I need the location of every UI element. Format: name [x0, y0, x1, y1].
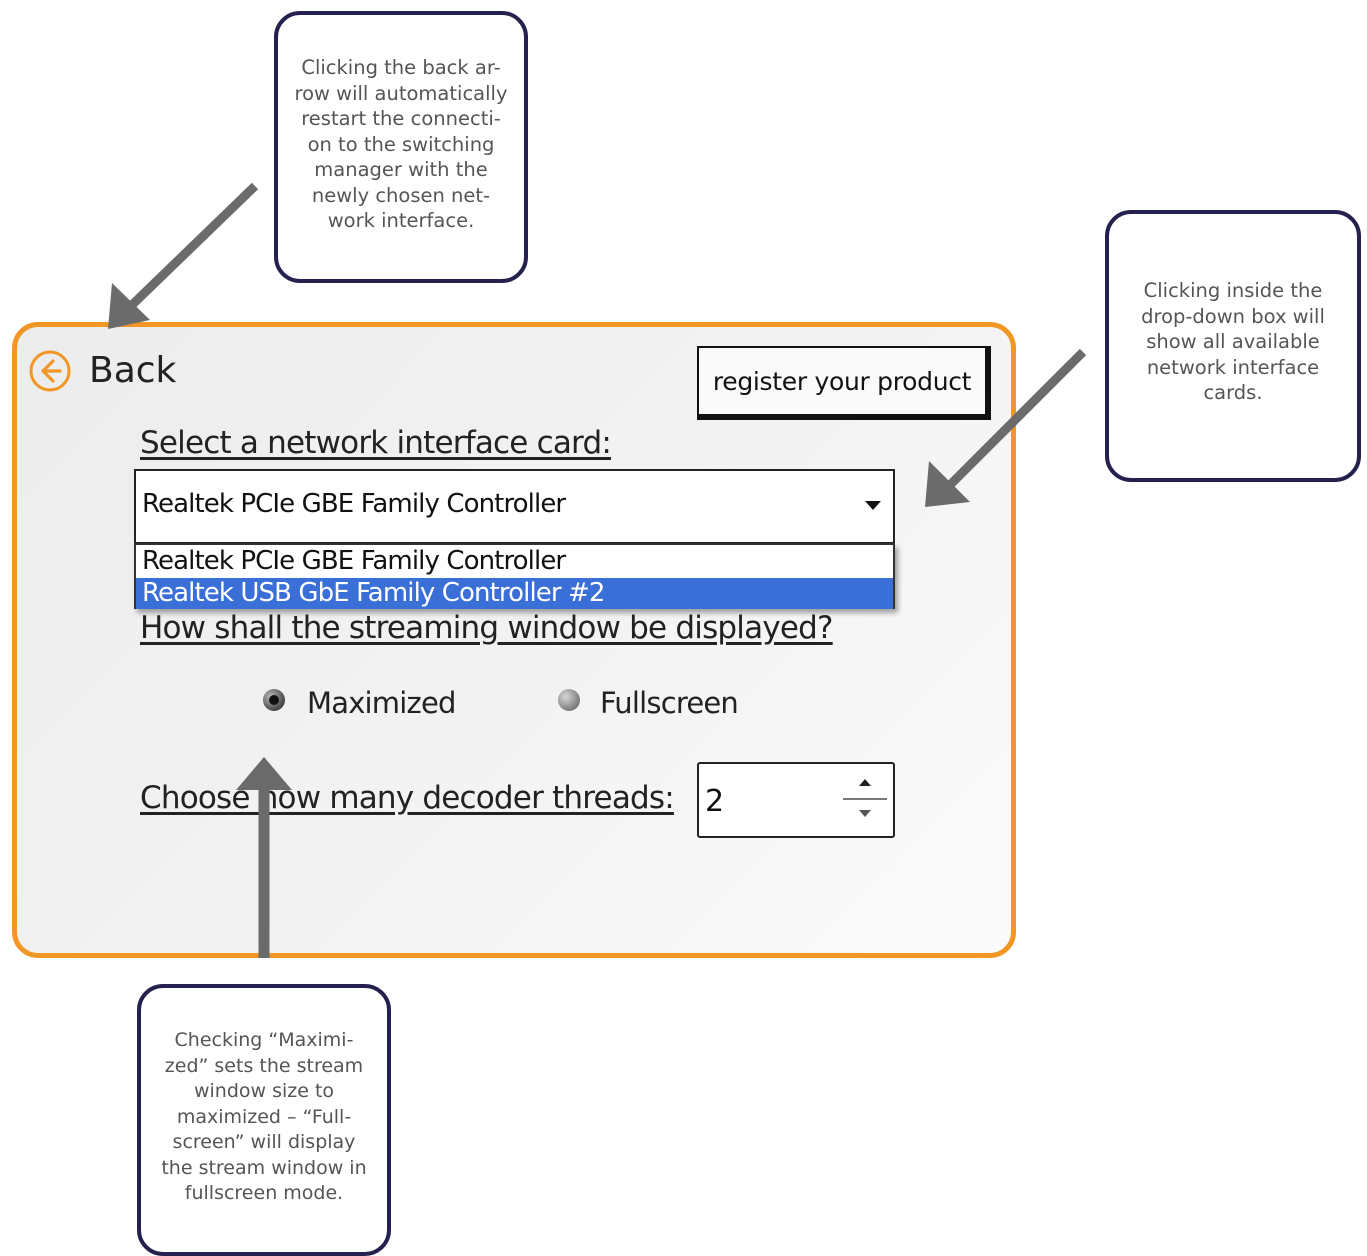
spin-up-icon[interactable]	[843, 770, 887, 800]
arrow-to-back	[129, 182, 259, 308]
nic-select-label: Select a network interface card:	[140, 425, 612, 461]
back-button-label[interactable]: Back	[89, 349, 176, 393]
nic-option-highlighted[interactable]: Realtek USB GbE Family Controller #2	[136, 578, 893, 609]
fullscreen-radio[interactable]	[558, 689, 580, 711]
callout-maximized-note: Checking “Maximi- zed” sets the stream w…	[137, 984, 391, 1256]
spin-down-icon[interactable]	[843, 802, 887, 830]
nic-option[interactable]: Realtek PCIe GBE Family Controller	[136, 546, 893, 577]
nic-dropdown-list: Realtek PCIe GBE Family Controller Realt…	[134, 543, 895, 609]
nic-select[interactable]: Realtek PCIe GBE Family Controller	[134, 469, 895, 544]
decoder-threads-stepper[interactable]: 2	[697, 762, 895, 838]
callout-dropdown-note: Clicking inside the drop-down box will s…	[1105, 210, 1361, 482]
decoder-threads-value[interactable]: 2	[705, 784, 724, 819]
arrow-left-circle-icon[interactable]	[28, 349, 72, 393]
chevron-down-icon[interactable]	[865, 501, 881, 510]
decoder-threads-label: Choose how many decoder threads:	[140, 780, 675, 816]
fullscreen-radio-label[interactable]: Fullscreen	[600, 686, 739, 720]
register-product-button[interactable]: register your product	[697, 346, 991, 420]
maximized-radio[interactable]	[263, 689, 285, 711]
stream-display-label: How shall the streaming window be displa…	[140, 610, 833, 646]
maximized-radio-label[interactable]: Maximized	[307, 686, 456, 720]
nic-select-value: Realtek PCIe GBE Family Controller	[142, 489, 566, 519]
callout-back-arrow-note: Clicking the back ar- row will automatic…	[274, 11, 528, 283]
